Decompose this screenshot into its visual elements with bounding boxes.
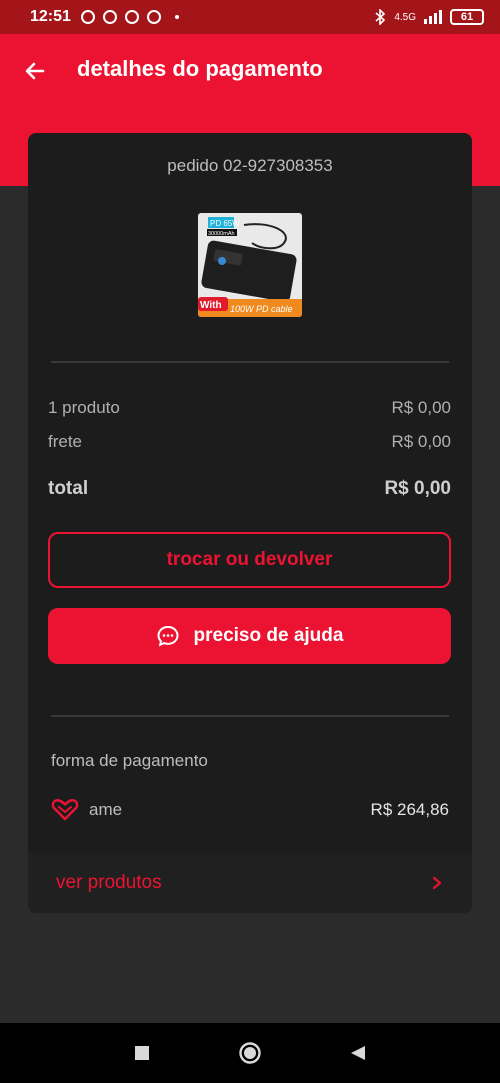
see-products-link[interactable]: ver produtos [28, 853, 472, 913]
back-arrow-icon [25, 62, 45, 80]
app-notification-icon [124, 10, 139, 24]
system-navigation-bar [0, 1023, 500, 1083]
see-products-label: ver produtos [56, 872, 162, 893]
bluetooth-icon [375, 9, 386, 25]
exchange-or-return-button[interactable]: trocar ou devolver [48, 532, 451, 588]
signal-icon [424, 10, 442, 24]
product-image[interactable]: PD 65W 30000mAh With 100W PD cable [198, 213, 302, 317]
status-time: 12:51 [30, 8, 71, 25]
spotify-icon [102, 10, 117, 24]
triangle-back-icon [351, 1046, 365, 1060]
svg-text:30000mAh: 30000mAh [208, 231, 235, 237]
order-id: pedido 02-927308353 [167, 156, 333, 175]
products-value: R$ 0,00 [391, 398, 451, 417]
ame-heart-icon [51, 799, 79, 821]
battery-level: 61 [460, 11, 474, 23]
payment-method-heading: forma de pagamento [51, 751, 208, 770]
payment-details-card: pedido 02-927308353 PD 65W 30000mAh With… [28, 133, 472, 913]
payment-method-row: ame R$ 264,86 [51, 795, 449, 825]
more-notifications-dot [174, 15, 179, 19]
network-type: 4.5G [394, 11, 416, 23]
battery-icon: 61 [450, 9, 484, 25]
circle-icon [239, 1042, 261, 1064]
status-right: 4.5G 61 [374, 9, 484, 25]
svg-text:With: With [200, 300, 222, 311]
recent-apps-button[interactable] [129, 1040, 155, 1066]
total-value: R$ 0,00 [384, 478, 451, 499]
status-bar: 12:51 4.5G 61 [0, 0, 500, 34]
exchange-or-return-label: trocar ou devolver [166, 549, 333, 570]
shipping-row: frete R$ 0,00 [48, 432, 451, 452]
shipping-value: R$ 0,00 [391, 432, 451, 451]
products-label: 1 produto [48, 398, 120, 417]
svg-text:PD 65W: PD 65W [210, 219, 240, 228]
chat-bubble-icon [157, 625, 179, 647]
divider [51, 715, 449, 717]
total-label: total [48, 478, 89, 499]
power-bank-image: PD 65W 30000mAh With 100W PD cable [198, 213, 302, 317]
chevron-right-icon [432, 876, 442, 890]
back-nav-button[interactable] [345, 1040, 371, 1066]
products-row: 1 produto R$ 0,00 [48, 398, 451, 418]
svg-text:100W PD cable: 100W PD cable [230, 304, 293, 314]
total-row: total R$ 0,00 [48, 478, 451, 500]
divider [51, 361, 449, 363]
back-button[interactable] [18, 54, 52, 88]
page-title: detalhes do pagamento [77, 56, 323, 81]
clock-icon [146, 10, 161, 24]
shipping-label: frete [48, 432, 83, 451]
need-help-label: preciso de ajuda [193, 625, 344, 646]
need-help-button[interactable]: preciso de ajuda [48, 608, 451, 664]
alarm-icon [80, 10, 95, 24]
home-button[interactable] [237, 1040, 263, 1066]
payment-method-name: ame [89, 800, 123, 819]
square-icon [135, 1046, 149, 1060]
notification-icons [80, 10, 179, 24]
payment-method-value: R$ 264,86 [370, 800, 449, 819]
